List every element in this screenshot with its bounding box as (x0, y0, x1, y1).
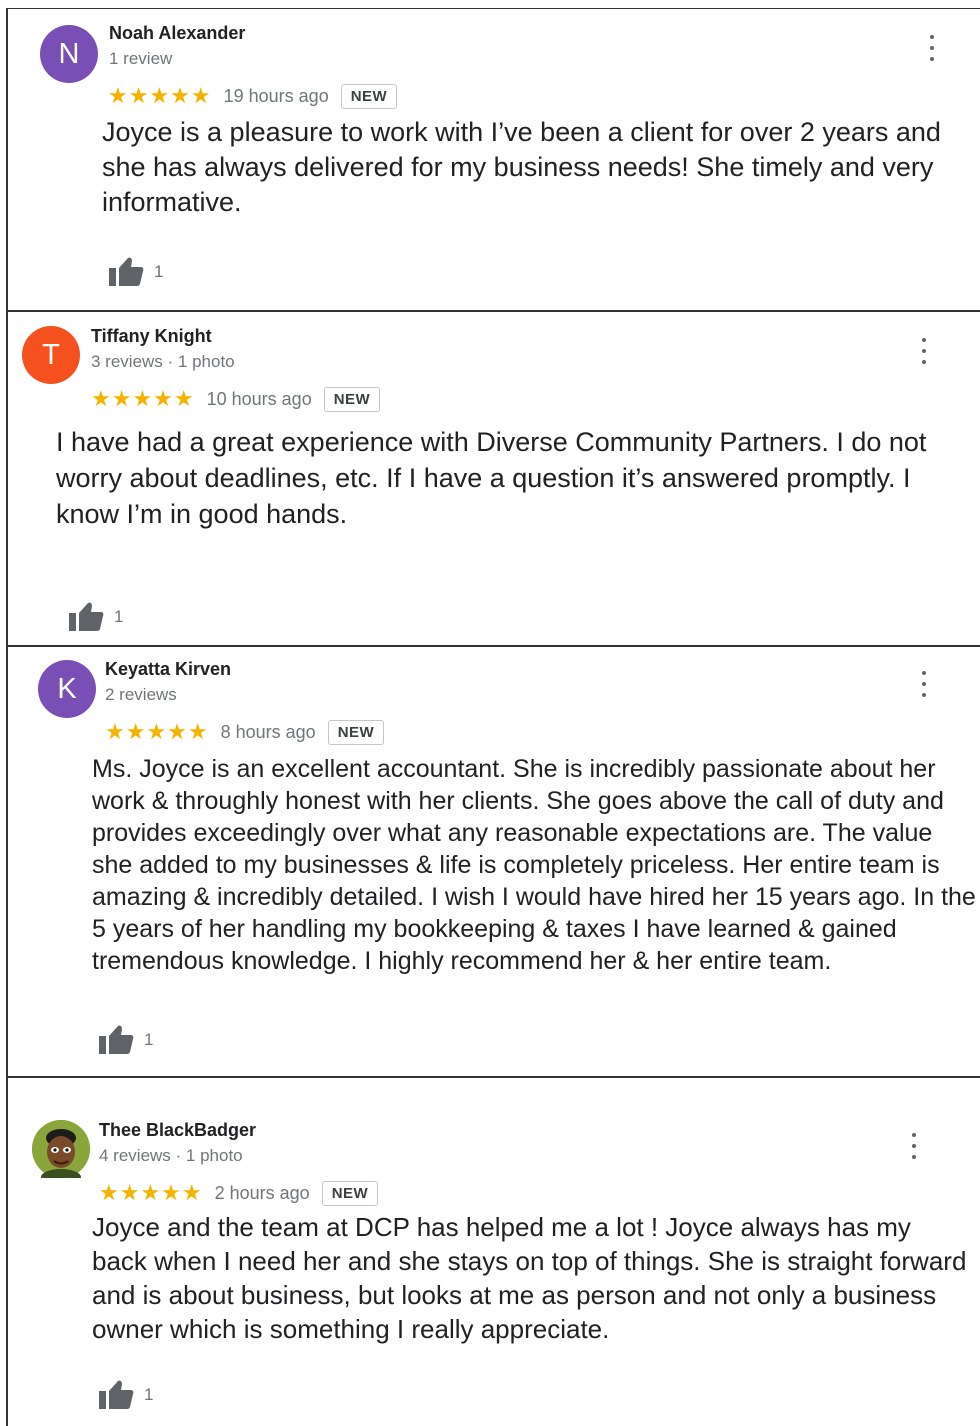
like-button[interactable]: 1 (68, 602, 123, 632)
review-card: Thee BlackBadger 4 reviews · 1 photo ★★★… (6, 1076, 980, 1426)
rating-row: ★★★★★ 2 hours ago NEW (99, 1180, 379, 1206)
like-count: 1 (144, 1030, 154, 1049)
avatar[interactable] (32, 1120, 90, 1178)
review-text: Joyce and the team at DCP has helped me … (92, 1212, 967, 1344)
reviewer-meta: 4 reviews · 1 photo (99, 1146, 243, 1165)
star-rating: ★★★★★ (91, 386, 195, 411)
review-card: N Noah Alexander 1 review ★★★★★ 19 hours… (6, 8, 980, 312)
more-vert-icon[interactable] (914, 671, 934, 697)
thumbs-up-icon (69, 602, 104, 631)
reviewer-name[interactable]: Tiffany Knight (91, 326, 212, 347)
new-badge: NEW (340, 83, 398, 109)
avatar[interactable]: K (38, 660, 96, 718)
avatar-letter: N (58, 37, 80, 70)
more-vert-icon[interactable] (922, 35, 942, 61)
rating-row: ★★★★★ 8 hours ago NEW (105, 719, 385, 745)
thumbs-up-icon (99, 1025, 134, 1054)
avatar-letter: K (57, 672, 77, 705)
review-time: 19 hours ago (223, 85, 329, 106)
reviewer-meta: 3 reviews · 1 photo (91, 352, 235, 371)
star-rating: ★★★★★ (99, 1180, 203, 1205)
review-card: T Tiffany Knight 3 reviews · 1 photo ★★★… (6, 310, 980, 648)
more-vert-icon[interactable] (904, 1133, 924, 1159)
reviewer-name[interactable]: Thee BlackBadger (99, 1120, 256, 1141)
review-text: Ms. Joyce is an excellent accountant. Sh… (92, 755, 976, 975)
star-rating: ★★★★★ (105, 719, 209, 744)
review-time: 2 hours ago (214, 1182, 310, 1203)
thumbs-up-icon (109, 257, 144, 286)
avatar-letter: T (42, 338, 60, 371)
review-time: 10 hours ago (206, 388, 312, 409)
reviewer-name[interactable]: Noah Alexander (109, 23, 245, 44)
new-badge: NEW (327, 719, 385, 745)
reviewer-name[interactable]: Keyatta Kirven (105, 659, 231, 680)
thumbs-up-icon (99, 1380, 134, 1409)
cartoon-avatar-icon (32, 1120, 90, 1178)
review-text: Joyce is a pleasure to work with I’ve be… (102, 117, 941, 217)
review-card: K Keyatta Kirven 2 reviews ★★★★★ 8 hours… (6, 645, 980, 1078)
like-button[interactable]: 1 (98, 1380, 153, 1410)
reviewer-meta: 2 reviews (105, 685, 177, 704)
like-button[interactable]: 1 (98, 1025, 153, 1055)
like-count: 1 (114, 607, 124, 626)
new-badge: NEW (323, 386, 381, 412)
like-count: 1 (154, 262, 164, 281)
star-rating: ★★★★★ (108, 83, 212, 108)
reviewer-meta: 1 review (109, 49, 173, 68)
more-vert-icon[interactable] (914, 338, 934, 364)
rating-row: ★★★★★ 19 hours ago NEW (108, 83, 398, 109)
avatar[interactable]: T (22, 326, 80, 384)
rating-row: ★★★★★ 10 hours ago NEW (91, 386, 381, 412)
review-time: 8 hours ago (220, 721, 316, 742)
like-count: 1 (144, 1385, 154, 1404)
review-text: I have had a great experience with Diver… (56, 427, 927, 529)
avatar[interactable]: N (40, 25, 98, 83)
like-button[interactable]: 1 (108, 257, 163, 287)
new-badge: NEW (321, 1180, 379, 1206)
